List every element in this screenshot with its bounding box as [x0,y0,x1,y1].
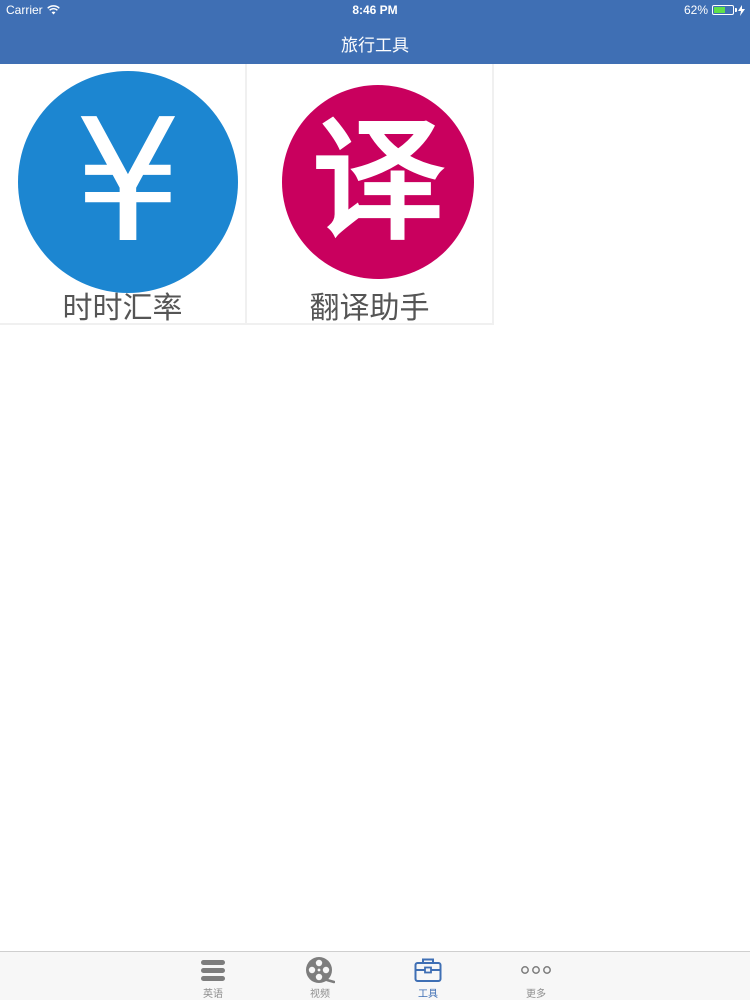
tab-bar: 英语 视频 工具 更多 [0,951,750,1000]
nav-bar: 旅行工具 [0,20,750,64]
yen-icon: ¥ [18,71,238,293]
tab-label-english: 英语 [203,989,223,1000]
translate-icon: 译 [282,85,474,279]
tab-english[interactable]: 英语 [183,952,243,1000]
tool-tile-translator[interactable]: 译 翻译助手 [247,64,494,325]
translate-glyph: 译 [312,105,444,259]
battery-percent: 62% [683,3,708,17]
tab-label-tools: 工具 [418,989,438,1000]
yen-glyph: ¥ [73,83,183,281]
status-right: 62% [684,3,745,17]
tab-tools[interactable]: 工具 [398,952,458,1000]
toolbox-icon [398,956,458,984]
battery-icon [712,5,737,15]
menu-lines-icon [183,956,243,984]
film-reel-icon [290,956,350,984]
tool-tile-exchange-rate[interactable]: ¥ 时时汇率 [0,64,247,325]
tab-more[interactable]: 更多 [506,952,566,1000]
page-title: 旅行工具 [341,36,409,56]
status-bar: Carrier 8:46 PM 62% [0,0,750,20]
tool-grid: ¥ 时时汇率 译 翻译助手 [0,64,494,325]
tool-label-translator: 翻译助手 [309,291,430,325]
charging-bolt-icon [738,4,745,16]
more-dots-icon [506,956,566,984]
tab-label-video: 视频 [310,989,330,1000]
tab-label-more: 更多 [526,989,546,1000]
tool-label-exchange-rate: 时时汇率 [62,291,183,325]
battery-level [714,7,726,13]
app-screen: Carrier 8:46 PM 62% 旅行工具 ¥ 时时汇率 译 翻译助手 英… [0,0,750,1000]
status-time: 8:46 PM [352,3,398,17]
tab-video[interactable]: 视频 [290,952,350,1000]
